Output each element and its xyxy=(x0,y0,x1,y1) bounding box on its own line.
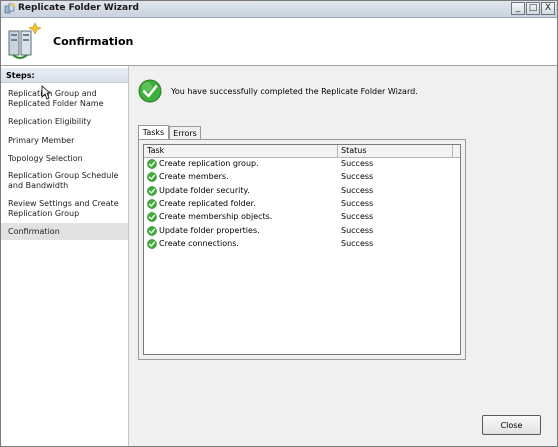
close-window-button[interactable]: X xyxy=(541,2,555,15)
task-name: Create members. xyxy=(159,172,229,182)
task-name: Update folder properties. xyxy=(159,225,260,235)
maximize-button[interactable]: □ xyxy=(526,2,540,15)
task-status: Success xyxy=(341,198,374,208)
success-check-icon xyxy=(147,225,157,236)
task-name: Create connections. xyxy=(159,238,239,248)
title-bar[interactable]: Replicate Folder Wizard _ □ X xyxy=(1,1,557,18)
table-row[interactable]: Create replication group. Success xyxy=(144,158,460,171)
step-schedule-bandwidth[interactable]: Replication Group Schedule and Bandwidth xyxy=(8,171,126,191)
step-label-line1: Replication Group and xyxy=(8,89,97,98)
step-label-line1: Replication Eligibility xyxy=(8,117,92,126)
page-title: Confirmation xyxy=(53,35,134,48)
task-list[interactable]: Task Status Create replication group. Suc… xyxy=(143,144,461,355)
close-button-label: Close xyxy=(500,421,523,430)
step-label-line1: Review Settings and Create xyxy=(8,199,119,208)
step-label-line1: Primary Member xyxy=(8,136,75,145)
step-review-settings[interactable]: Review Settings and Create Replication G… xyxy=(8,199,126,219)
wizard-icon xyxy=(4,3,15,14)
column-header-task[interactable]: Task xyxy=(144,145,338,157)
task-status: Success xyxy=(341,185,374,195)
steps-pane: Steps: Replication Group and Replicated … xyxy=(1,66,129,446)
table-row[interactable]: Update folder security. Success xyxy=(144,185,460,198)
table-row[interactable]: Create replicated folder. Success xyxy=(144,198,460,211)
minimize-button[interactable]: _ xyxy=(511,2,525,15)
step-label-line2: Replication Group xyxy=(8,209,80,218)
step-label-line1: Replication Group Schedule xyxy=(8,171,119,180)
check-circle-icon xyxy=(138,79,162,103)
task-name: Create membership objects. xyxy=(159,212,273,222)
step-topology-selection[interactable]: Topology Selection xyxy=(8,154,126,164)
wizard-window: Replicate Folder Wizard _ □ X Confirmati… xyxy=(0,0,558,447)
step-replication-eligibility[interactable]: Replication Eligibility xyxy=(8,117,126,127)
task-status: Success xyxy=(341,212,374,222)
success-check-icon xyxy=(147,238,157,249)
table-row[interactable]: Create membership objects. Success xyxy=(144,211,460,224)
task-status: Success xyxy=(341,159,374,168)
task-status: Success xyxy=(341,238,374,248)
success-check-icon xyxy=(147,212,157,223)
step-label-line2: and Bandwidth xyxy=(8,181,69,190)
step-primary-member[interactable]: Primary Member xyxy=(8,136,126,146)
step-label-line1: Confirmation xyxy=(8,227,60,236)
tab-errors[interactable]: Errors xyxy=(169,126,201,139)
tasks-panel: Task Status Create replication group. Suc… xyxy=(138,139,466,360)
step-replication-group-name[interactable]: Replication Group and Replicated Folder … xyxy=(8,89,126,109)
tab-tasks[interactable]: Tasks xyxy=(138,125,169,139)
step-label-line2: Replicated Folder Name xyxy=(8,99,104,108)
step-confirmation[interactable]: Confirmation xyxy=(1,223,128,240)
completion-message: You have successfully completed the Repl… xyxy=(171,87,418,96)
table-row[interactable]: Create connections. Success xyxy=(144,238,460,251)
success-check-icon xyxy=(147,185,157,196)
task-status: Success xyxy=(341,225,374,235)
window-title: Replicate Folder Wizard xyxy=(18,3,139,13)
list-header: Task Status xyxy=(144,145,460,158)
mouse-cursor-icon xyxy=(41,85,51,100)
task-name: Create replication group. xyxy=(159,159,259,168)
task-name: Create replicated folder. xyxy=(159,198,256,208)
task-name: Update folder security. xyxy=(159,185,250,195)
replication-folder-icon xyxy=(8,22,41,59)
step-label-line1: Topology Selection xyxy=(8,154,83,163)
close-button[interactable]: Close xyxy=(482,415,541,435)
task-status: Success xyxy=(341,172,374,182)
table-row[interactable]: Update folder properties. Success xyxy=(144,225,460,238)
success-check-icon xyxy=(147,199,157,209)
steps-title: Steps: xyxy=(1,68,128,83)
success-check-icon xyxy=(147,159,157,169)
success-check-icon xyxy=(147,172,157,183)
table-row[interactable]: Create members. Success xyxy=(144,171,460,184)
column-header-status[interactable]: Status xyxy=(338,145,453,157)
wizard-header: Confirmation xyxy=(1,18,557,66)
